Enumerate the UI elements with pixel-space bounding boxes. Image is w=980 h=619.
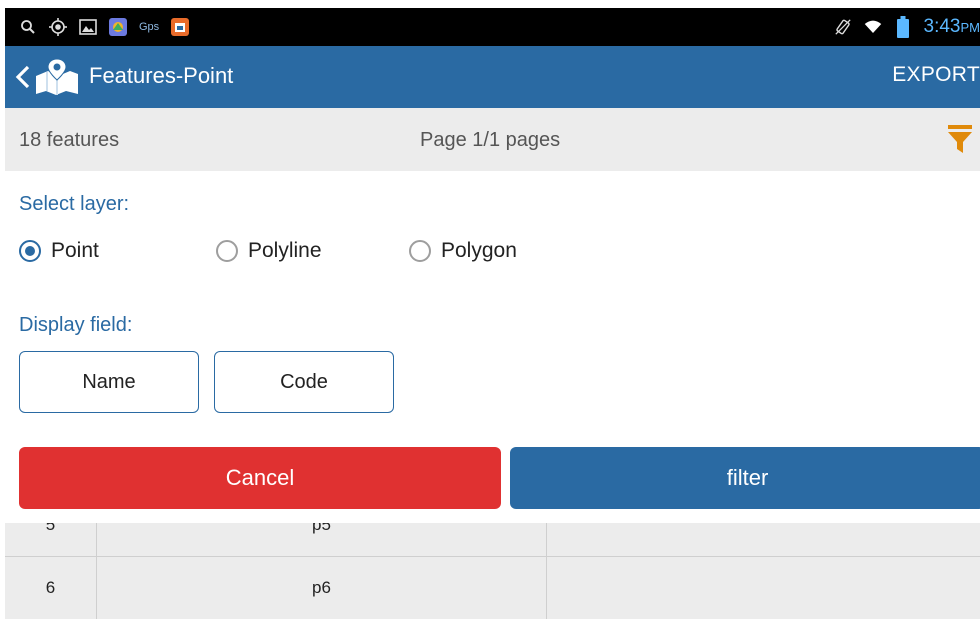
back-chevron-icon[interactable] — [10, 63, 36, 91]
filter-dialog: Select layer: Point Polyline Polygon Dis… — [5, 171, 980, 523]
field-code-button[interactable]: Code — [214, 351, 394, 413]
map-logo-icon[interactable] — [34, 58, 80, 96]
filter-button[interactable]: filter — [510, 447, 980, 509]
app-screen: Gps 3:43PM Features-Point EXPORT 18 feat… — [5, 8, 980, 619]
feature-count: 18 features — [19, 129, 120, 151]
cancel-button[interactable]: Cancel — [19, 447, 501, 509]
radio-point[interactable]: Point — [19, 236, 99, 266]
vibrate-icon — [834, 18, 852, 36]
select-layer-label: Select layer: — [19, 193, 130, 215]
funnel-icon[interactable] — [948, 125, 972, 153]
battery-icon — [894, 16, 912, 38]
gallery-icon — [79, 18, 97, 36]
row-name: p6 — [97, 557, 547, 619]
layer-radio-group: Point Polyline Polygon — [19, 236, 719, 266]
radio-circle — [216, 240, 238, 262]
app-color-icon — [109, 18, 127, 36]
clock-time: 3:43 — [923, 16, 961, 37]
page-indicator: Page 1/1 pages — [420, 129, 561, 151]
radio-polyline[interactable]: Polyline — [216, 236, 322, 266]
row-extra — [547, 557, 980, 619]
location-target-icon — [49, 18, 67, 36]
radio-label: Polygon — [441, 239, 517, 262]
display-field-label: Display field: — [19, 314, 133, 336]
export-button[interactable]: EXPORT — [892, 63, 980, 87]
app-bar: Features-Point EXPORT — [5, 46, 980, 108]
table-row[interactable]: 6 p6 — [5, 557, 980, 619]
clock: 3:43PM — [924, 16, 980, 38]
info-bar: 18 features Page 1/1 pages — [5, 108, 980, 171]
radio-label: Polyline — [248, 239, 322, 262]
gps-icon: Gps — [139, 21, 160, 33]
page-title: Features-Point — [89, 63, 234, 88]
radio-circle — [19, 240, 41, 262]
radio-polygon[interactable]: Polygon — [409, 236, 517, 266]
field-name-button[interactable]: Name — [19, 351, 199, 413]
store-icon — [171, 18, 190, 36]
search-icon — [19, 18, 37, 36]
radio-label: Point — [51, 239, 99, 262]
wifi-icon — [864, 18, 882, 36]
row-number: 6 — [5, 557, 97, 619]
status-bar: Gps 3:43PM — [5, 8, 980, 46]
radio-circle — [409, 240, 431, 262]
clock-ampm: PM — [960, 20, 980, 35]
